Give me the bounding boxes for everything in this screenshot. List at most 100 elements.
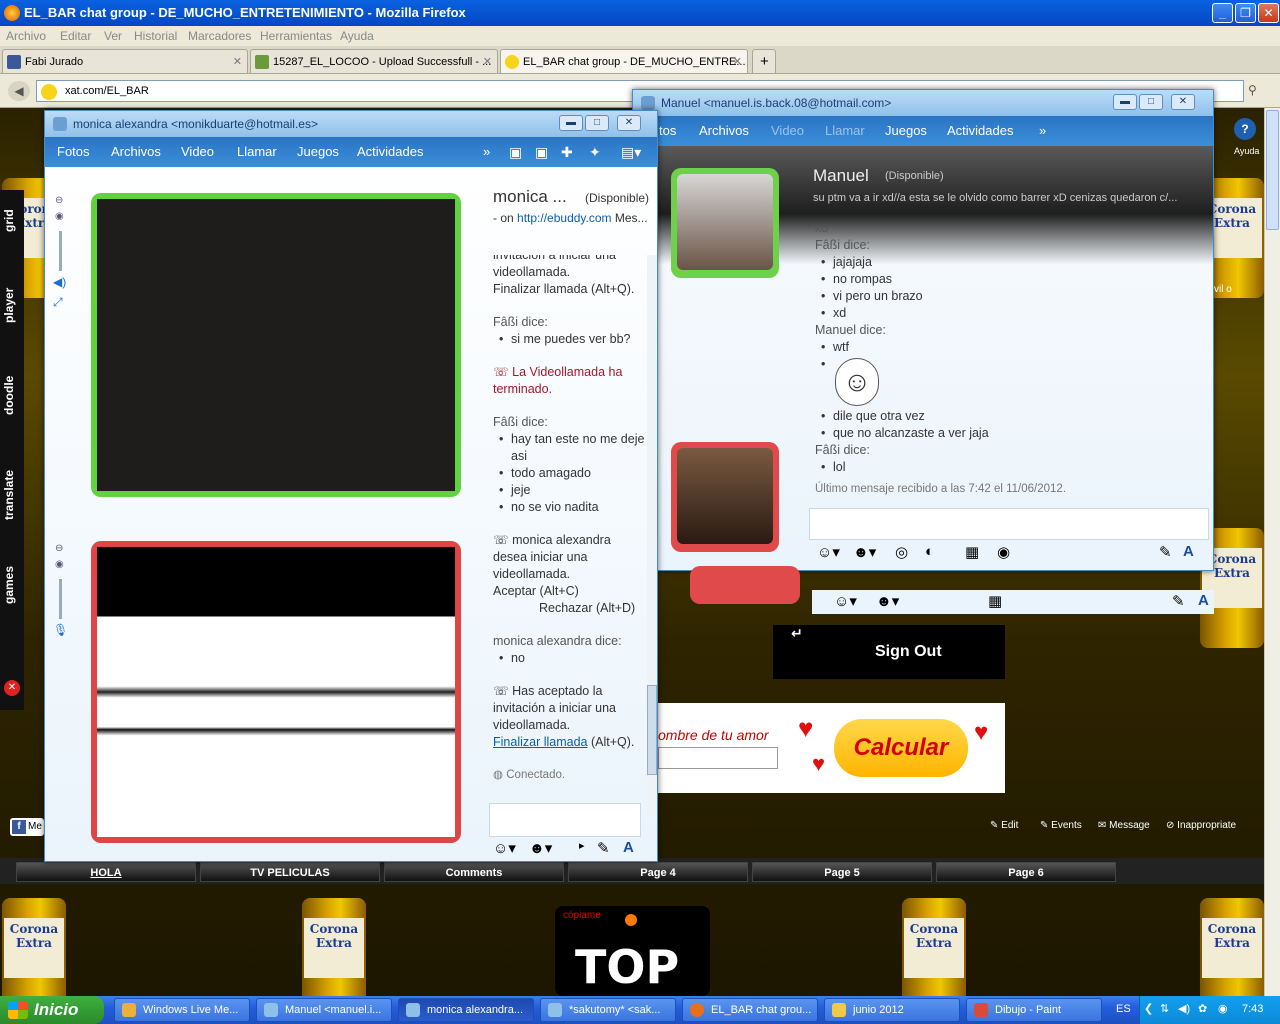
scrollbar-thumb[interactable]: [647, 685, 657, 775]
menu-archivos[interactable]: Archivos: [111, 144, 161, 159]
collapse-icon[interactable]: ⊖: [55, 543, 63, 554]
page-scrollbar[interactable]: [1264, 108, 1280, 996]
settings-menu-icon[interactable]: ▤▾: [621, 144, 641, 161]
tab-upload[interactable]: 15287_EL_LOCOO - Upload Successfull - ..…: [250, 49, 498, 73]
menu-marcadores[interactable]: Marcadores: [188, 29, 251, 43]
messenger-tray-icon[interactable]: ✿: [1198, 1002, 1207, 1015]
mic-slider[interactable]: [59, 579, 62, 619]
chat-scrollbar[interactable]: [647, 255, 657, 815]
maximize-button[interactable]: □: [585, 115, 609, 131]
page-tab-comments[interactable]: Comments: [384, 862, 564, 882]
back-arrow-icon[interactable]: ◀: [8, 81, 30, 101]
taskbar-item-manuel[interactable]: Manuel <manuel.i...: [256, 998, 392, 1022]
menu-fotos[interactable]: tos: [659, 123, 676, 138]
webcam-icon[interactable]: ◉: [55, 211, 64, 222]
tab-el-bar[interactable]: EL_BAR chat group - DE_MUCHO_ENTRE... ✕: [500, 49, 748, 73]
menu-historial[interactable]: Historial: [134, 29, 177, 43]
maximize-button[interactable]: □: [1139, 94, 1163, 110]
sign-out-button[interactable]: ↵ Sign Out: [773, 625, 1005, 679]
minimize-button[interactable]: _: [1212, 3, 1233, 23]
search-icon[interactable]: ⚲: [1248, 83, 1257, 97]
webcam-icon[interactable]: ◉: [55, 559, 64, 570]
wink-icon[interactable]: ☻▾: [876, 592, 899, 610]
menu-video[interactable]: Video: [771, 123, 804, 138]
message-input[interactable]: [809, 508, 1209, 540]
emoticon-icon[interactable]: ☺▾: [493, 839, 516, 857]
background-icon[interactable]: ▦: [965, 543, 979, 561]
menu-herramientas[interactable]: Herramientas: [260, 29, 332, 43]
close-button[interactable]: ✕: [1258, 3, 1279, 23]
speaker-icon[interactable]: ◀): [53, 275, 66, 289]
page-tab-tv-peliculas[interactable]: TV PELICULAS: [200, 862, 380, 882]
gift-icon[interactable]: ✚: [561, 144, 573, 161]
page-tab-6[interactable]: Page 6: [936, 862, 1116, 882]
inappropriate-link[interactable]: ⊘ Inappropriate: [1166, 820, 1236, 831]
edit-link[interactable]: ✎ Edit: [990, 820, 1018, 831]
nudge-icon[interactable]: ◎: [895, 543, 908, 561]
language-indicator[interactable]: ES: [1116, 1003, 1131, 1015]
taskbar-item-windows-live[interactable]: Windows Live Me...: [114, 998, 250, 1022]
minimize-button[interactable]: ▬: [559, 115, 583, 131]
security-icon[interactable]: ◉: [1218, 1002, 1228, 1015]
photo-icon[interactable]: ◉: [997, 543, 1010, 561]
menu-actividades[interactable]: Actividades: [357, 144, 423, 159]
taskbar-item-firefox[interactable]: EL_BAR chat grou...: [682, 998, 818, 1022]
top-ad-banner[interactable]: cópiame TOP: [555, 906, 710, 996]
menu-llamar[interactable]: Llamar: [825, 123, 865, 138]
start-button[interactable]: Inicio: [0, 996, 104, 1024]
handwriting-icon[interactable]: ✎: [597, 839, 610, 857]
calculate-button[interactable]: Calcular: [834, 719, 968, 777]
games-icon[interactable]: ▣: [535, 144, 548, 161]
menu-video[interactable]: Video: [181, 144, 214, 159]
help-icon[interactable]: ?: [1234, 118, 1256, 140]
share-icon[interactable]: ▣: [509, 144, 522, 161]
menu-ver[interactable]: Ver: [104, 29, 122, 43]
font-icon[interactable]: A: [1198, 592, 1209, 609]
minimize-button[interactable]: ▬: [1113, 94, 1137, 110]
activity-icon[interactable]: ✦: [589, 144, 601, 161]
menu-archivos[interactable]: Archivos: [699, 123, 749, 138]
more-menu-icon[interactable]: »: [483, 144, 490, 159]
font-icon[interactable]: A: [1183, 543, 1194, 560]
close-button[interactable]: ✕: [617, 115, 641, 131]
maximize-button[interactable]: ❐: [1235, 3, 1256, 23]
page-tab-5[interactable]: Page 5: [752, 862, 932, 882]
menu-juegos[interactable]: Juegos: [885, 123, 927, 138]
xat-translate-app[interactable]: translate: [2, 450, 22, 540]
collapse-icon[interactable]: ⊖: [55, 195, 63, 206]
xat-games-app[interactable]: games: [2, 550, 22, 620]
taskbar-item-paint[interactable]: Dibujo - Paint: [966, 998, 1102, 1022]
ebuddy-link[interactable]: http://ebuddy.com: [517, 211, 612, 225]
events-link[interactable]: ✎ Events: [1040, 820, 1082, 831]
page-tab-4[interactable]: Page 4: [568, 862, 748, 882]
xat-doodle-app[interactable]: doodle: [2, 360, 22, 430]
menu-archivo[interactable]: Archivo: [6, 29, 46, 43]
close-tab-icon[interactable]: ✕: [233, 55, 242, 68]
menu-actividades[interactable]: Actividades: [947, 123, 1013, 138]
volume-slider[interactable]: [59, 231, 62, 271]
emoticon-icon[interactable]: ☺▾: [817, 543, 840, 561]
close-tab-icon[interactable]: ✕: [483, 55, 492, 68]
handwriting-icon[interactable]: ✎: [1159, 543, 1172, 561]
wink-icon[interactable]: ☻▾: [853, 543, 876, 561]
more-icon[interactable]: ▸: [579, 839, 585, 852]
volume-icon[interactable]: ◀): [1178, 1002, 1190, 1015]
page-tab-hola[interactable]: HOLA: [16, 862, 196, 882]
accept-call-link[interactable]: Aceptar (Alt+C): [493, 583, 645, 600]
wink-icon[interactable]: ☻▾: [529, 839, 552, 857]
emoticon-icon[interactable]: ☺▾: [834, 592, 857, 610]
menu-fotos[interactable]: Fotos: [57, 144, 90, 159]
facebook-like-button[interactable]: f Me: [10, 818, 44, 836]
voice-clip-icon[interactable]: ◐: [925, 543, 934, 560]
handwriting-icon[interactable]: ✎: [1172, 592, 1185, 610]
close-button[interactable]: ✕: [1171, 94, 1195, 110]
scrollbar-thumb[interactable]: [1266, 110, 1279, 230]
background-icon[interactable]: ▦: [988, 592, 1002, 610]
message-link[interactable]: ✉ Message: [1098, 820, 1150, 831]
menu-juegos[interactable]: Juegos: [297, 144, 339, 159]
new-tab-button[interactable]: +: [752, 49, 776, 73]
microphone-icon[interactable]: 🎙: [53, 623, 68, 637]
network-icon[interactable]: ⇅: [1160, 1002, 1169, 1015]
xat-grid-app[interactable]: grid: [2, 198, 22, 244]
close-icon[interactable]: ✕: [4, 680, 20, 696]
